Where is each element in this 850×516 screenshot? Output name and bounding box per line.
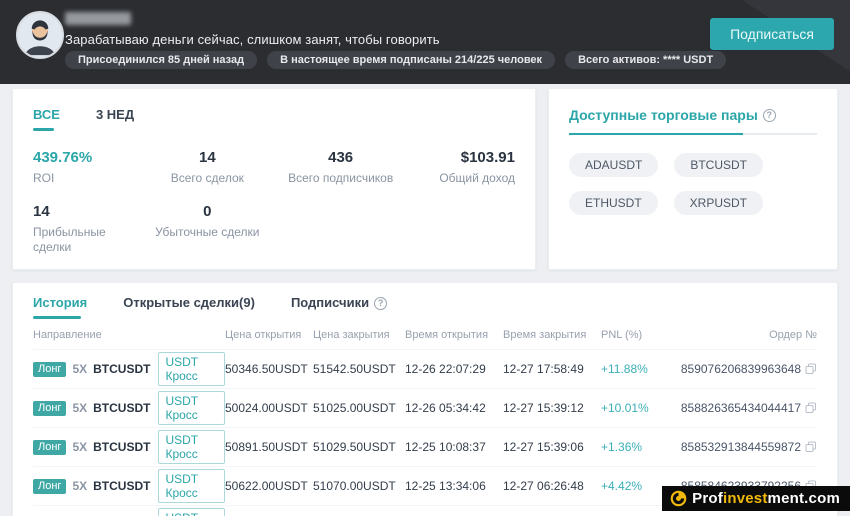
performance-stats-card: ВСЕ 3 НЕД 439.76% ROI 14 Всего сделок 43… bbox=[12, 88, 536, 270]
copy-icon[interactable] bbox=[805, 402, 817, 414]
symbol: BTCUSDT bbox=[93, 440, 151, 454]
tab-all-time[interactable]: ВСЕ bbox=[33, 107, 60, 131]
stat-total-trades: 14 Всего сделок bbox=[170, 149, 244, 185]
margin-mode-tag: USDT Кросс bbox=[158, 469, 225, 503]
close-time: 12-27 15:39:12 bbox=[503, 401, 584, 415]
open-time: 12-25 13:34:06 bbox=[405, 479, 486, 493]
open-price: 50622.00USDT bbox=[225, 479, 308, 493]
symbol: BTCUSDT bbox=[93, 362, 151, 376]
subscribers-badge: В настоящее время подписаны 214/225 чело… bbox=[267, 51, 556, 69]
tab-history[interactable]: История bbox=[33, 295, 87, 319]
stat-total-subscribers: 436 Всего подписчиков bbox=[288, 149, 394, 185]
col-order: Ордер № bbox=[769, 329, 817, 341]
margin-mode-tag: USDT Кросс bbox=[158, 391, 225, 425]
profinvestment-logo-icon bbox=[670, 490, 687, 507]
stat-losing-trades: 0 Убыточные сделки bbox=[155, 202, 260, 239]
col-open-time: Время открытия bbox=[405, 329, 489, 341]
pair-tags: ADAUSDT BTCUSDT ETHUSDT XRPUSDT bbox=[569, 153, 817, 215]
pnl-value: +11.88% bbox=[601, 362, 648, 376]
leverage: 5X bbox=[72, 440, 88, 454]
trading-pairs-card: Доступные торговые пары ? ADAUSDT BTCUSD… bbox=[548, 88, 838, 270]
col-pnl: PNL (%) bbox=[601, 329, 643, 341]
long-badge: Лонг bbox=[33, 478, 67, 494]
watermark-text: Profinvestment.com bbox=[692, 490, 840, 507]
symbol: BTCUSDT bbox=[93, 401, 151, 415]
joined-badge: Присоединился 85 дней назад bbox=[65, 51, 258, 69]
leverage: 5X bbox=[72, 362, 88, 376]
close-price: 51542.50USDT bbox=[313, 362, 396, 376]
order-number: 859076206839963648 bbox=[673, 362, 817, 376]
long-badge: Лонг bbox=[33, 361, 67, 377]
history-table-header: Направление Цена открытия Цена закрытия … bbox=[33, 321, 817, 349]
direction-cell: Лонг 5X BTCUSDT USDT Кросс bbox=[33, 391, 225, 425]
long-badge: Лонг bbox=[33, 400, 67, 416]
trade-history-card: История Открытые сделки(9) Подписчики? Н… bbox=[12, 282, 838, 516]
pair-tag-ethusdt: ETHUSDT bbox=[569, 191, 658, 215]
pnl-value: +1.36% bbox=[601, 440, 643, 454]
col-open-price: Цена открытия bbox=[225, 329, 302, 341]
open-time: 12-26 22:07:29 bbox=[405, 362, 486, 376]
close-time: 12-27 17:58:49 bbox=[503, 362, 584, 376]
close-price: 51070.00USDT bbox=[313, 479, 396, 493]
trader-badges: Присоединился 85 дней назад В настоящее … bbox=[65, 51, 727, 69]
col-close-price: Цена закрытия bbox=[313, 329, 390, 341]
open-price: 50024.00USDT bbox=[225, 401, 308, 415]
pairs-title-underline bbox=[569, 133, 817, 135]
stat-roi: 439.76% ROI bbox=[33, 149, 93, 185]
close-price: 51029.50USDT bbox=[313, 440, 396, 454]
table-row: Лонг 5X BTCUSDT USDT Кросс 50891.50USDT … bbox=[33, 427, 817, 466]
pnl-value: +10.01% bbox=[601, 401, 649, 415]
leverage: 5X bbox=[72, 479, 88, 493]
avatar-person-icon bbox=[18, 13, 62, 57]
history-tabs: История Открытые сделки(9) Подписчики? bbox=[33, 295, 817, 319]
pairs-info-icon[interactable]: ? bbox=[762, 108, 776, 122]
table-row: Лонг 5X BTCUSDT USDT Кросс 50346.50USDT … bbox=[33, 349, 817, 388]
margin-mode-tag: USDT Кросс bbox=[158, 352, 225, 386]
direction-cell: Лонг 5X BTCUSDT USDT Кросс bbox=[33, 469, 225, 503]
profinvestment-watermark: Profinvestment.com bbox=[662, 486, 850, 511]
total-assets-badge: Всего активов: **** USDT bbox=[565, 51, 727, 69]
subscribe-button[interactable]: Подписаться bbox=[710, 18, 834, 50]
close-time: 12-27 15:39:06 bbox=[503, 440, 584, 454]
margin-mode-tag: USDT Кросс bbox=[158, 430, 225, 464]
margin-mode-tag: USDT Кросс bbox=[158, 508, 225, 516]
open-time: 12-26 05:34:42 bbox=[405, 401, 486, 415]
tab-open-trades[interactable]: Открытые сделки(9) bbox=[123, 295, 255, 319]
copy-icon[interactable] bbox=[805, 441, 817, 453]
trader-header: Зарабатываю деньги сейчас, слишком занят… bbox=[0, 0, 850, 84]
open-price: 50891.50USDT bbox=[225, 440, 308, 454]
order-number: 858532913844559872 bbox=[673, 440, 817, 454]
open-price: 50346.50USDT bbox=[225, 362, 308, 376]
close-price: 51025.00USDT bbox=[313, 401, 396, 415]
order-number: 858826365434044417 bbox=[673, 401, 817, 415]
direction-cell: Лонг 5X BTCUSDT USDT Кросс bbox=[33, 430, 225, 464]
col-direction: Направление bbox=[33, 329, 102, 341]
pairs-title: Доступные торговые пары ? bbox=[569, 107, 817, 123]
long-badge: Лонг bbox=[33, 439, 67, 455]
pair-tag-adausdt: ADAUSDT bbox=[569, 153, 659, 177]
username-blurred bbox=[65, 12, 131, 25]
stats-grid: 439.76% ROI 14 Всего сделок 436 Всего по… bbox=[33, 149, 515, 256]
copy-icon[interactable] bbox=[805, 363, 817, 375]
trader-motto: Зарабатываю деньги сейчас, слишком занят… bbox=[65, 32, 440, 47]
trader-identity: Зарабатываю деньги сейчас, слишком занят… bbox=[65, 12, 440, 47]
stat-winning-trades: 14 Прибыльные сделки bbox=[33, 202, 106, 255]
copy-trading-profile-page: Зарабатываю деньги сейчас, слишком занят… bbox=[0, 0, 850, 516]
leverage: 5X bbox=[72, 401, 88, 415]
tab-subscribers[interactable]: Подписчики? bbox=[291, 295, 388, 319]
direction-cell: Лонг 5X BTCUSDT USDT Кросс bbox=[33, 508, 225, 516]
symbol: BTCUSDT bbox=[93, 479, 151, 493]
table-row: Лонг 5X BTCUSDT USDT Кросс 50024.00USDT … bbox=[33, 388, 817, 427]
pair-tag-xrpusdt: XRPUSDT bbox=[673, 191, 764, 215]
pair-tag-btcusdt: BTCUSDT bbox=[674, 153, 764, 177]
subscribers-info-icon: ? bbox=[374, 296, 388, 310]
tab-3-weeks[interactable]: 3 НЕД bbox=[96, 107, 134, 131]
direction-cell: Лонг 5X BTCUSDT USDT Кросс bbox=[33, 352, 225, 386]
close-time: 12-27 06:26:48 bbox=[503, 479, 584, 493]
stat-total-profit: $103.91 Общий доход bbox=[439, 149, 515, 185]
avatar[interactable] bbox=[16, 11, 64, 59]
stats-period-tabs: ВСЕ 3 НЕД bbox=[33, 107, 515, 131]
open-time: 12-25 10:08:37 bbox=[405, 440, 486, 454]
col-close-time: Время закрытия bbox=[503, 329, 587, 341]
